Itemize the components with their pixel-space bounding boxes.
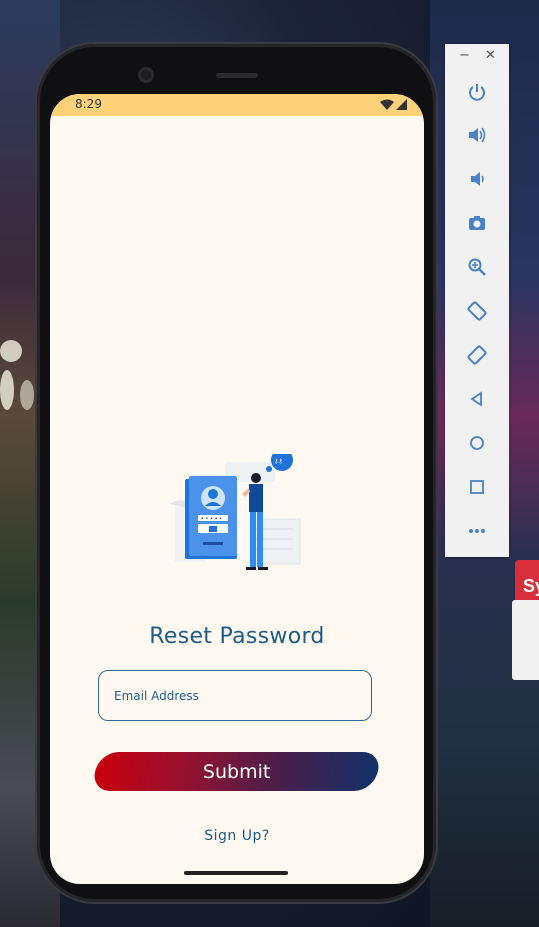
close-button[interactable]: ✕ <box>485 48 496 63</box>
back-icon[interactable] <box>465 387 489 411</box>
power-icon[interactable] <box>465 80 489 104</box>
volume-down-icon[interactable] <box>465 167 489 191</box>
more-icon[interactable] <box>465 519 489 543</box>
signup-link[interactable]: Sign Up? <box>50 828 424 844</box>
zoom-icon[interactable] <box>465 255 489 279</box>
submit-button[interactable]: Submit <box>92 752 381 791</box>
background-light <box>20 380 34 410</box>
home-icon[interactable] <box>465 431 489 455</box>
background-light <box>0 340 22 362</box>
rotate-right-icon[interactable] <box>465 343 489 367</box>
emulator-toolbar: − ✕ <box>445 44 509 557</box>
svg-text:⚷⚷: ⚷⚷ <box>274 458 283 465</box>
volume-up-icon[interactable] <box>465 123 489 147</box>
submit-button-label: Submit <box>202 760 271 783</box>
email-field[interactable] <box>114 671 354 720</box>
phone-speaker <box>216 73 258 78</box>
page-title: Reset Password <box>149 624 325 649</box>
email-field-container <box>98 670 372 721</box>
overview-icon[interactable] <box>465 475 489 499</box>
rotate-left-icon[interactable] <box>465 299 489 323</box>
phone-camera <box>138 67 154 83</box>
camera-icon[interactable] <box>465 211 489 235</box>
app-screen: 8:29 • • • • • ⚷⚷ Reset Password Email A… <box>50 94 424 884</box>
signal-icon <box>396 99 407 110</box>
background-light <box>0 370 14 410</box>
svg-text:• • • • •: • • • • • <box>201 516 222 522</box>
status-time: 8:29 <box>75 97 102 111</box>
minimize-button[interactable]: − <box>459 48 470 63</box>
reset-password-illustration: • • • • • ⚷⚷ <box>170 454 301 570</box>
background-sign-white <box>512 600 539 680</box>
status-bar: 8:29 <box>50 94 424 116</box>
home-indicator[interactable] <box>184 871 288 875</box>
wifi-icon <box>380 99 394 110</box>
